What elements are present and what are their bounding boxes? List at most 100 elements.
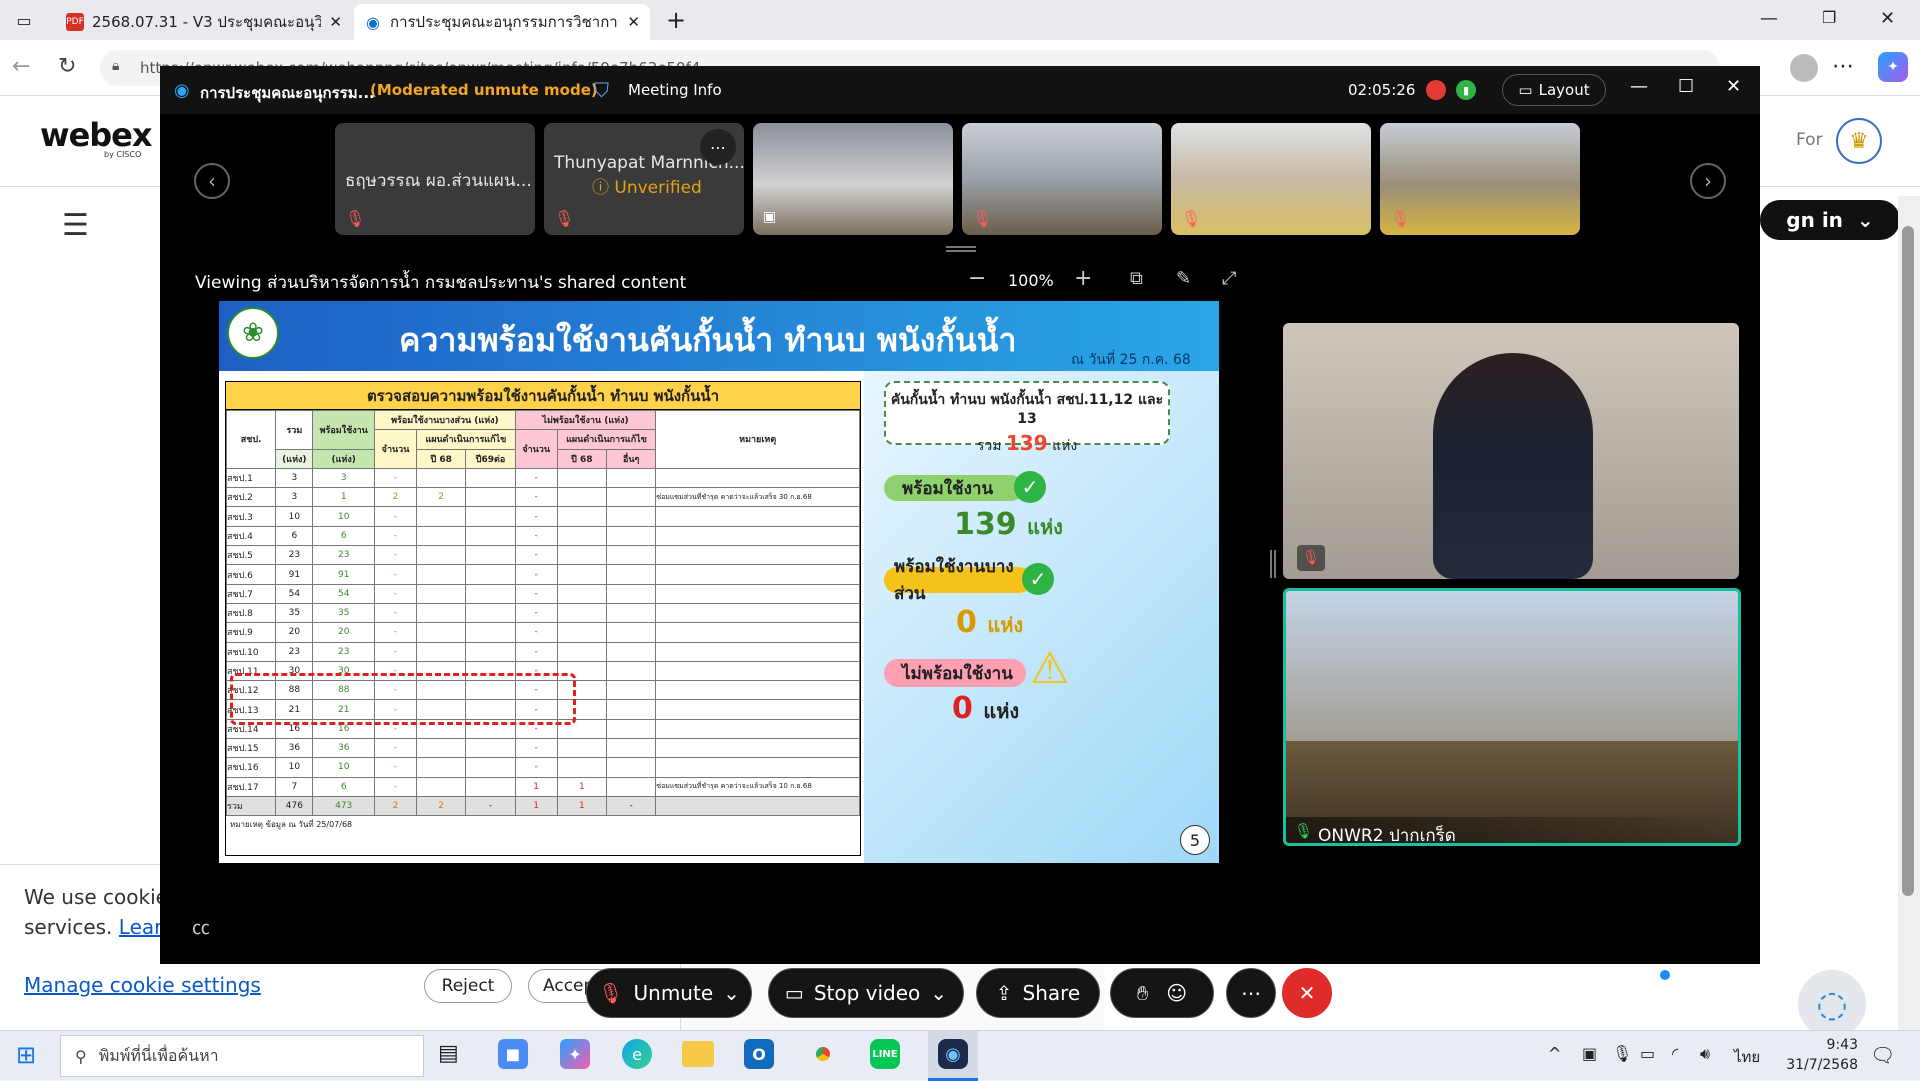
participant-tile[interactable]: Thunyapat Marnnich... ⓘ Unverified ⋯ 🎙︎ xyxy=(544,123,744,235)
webex-icon: ◉ xyxy=(938,1039,968,1069)
resize-handle[interactable] xyxy=(1270,550,1276,578)
fullscreen-icon[interactable]: ⤢ xyxy=(1222,268,1236,289)
leave-meeting-button[interactable]: ✕ xyxy=(1282,968,1332,1018)
task-view-icon[interactable]: ▤ xyxy=(438,1041,459,1066)
table-cell: สชป.4 xyxy=(225,525,277,547)
table-cell xyxy=(655,680,860,701)
raise-hand-icon[interactable]: ✋︎ xyxy=(1137,981,1148,1005)
col-header: พร้อมใช้งานบางส่วน (แห่ง) xyxy=(374,409,516,431)
resize-handle[interactable] xyxy=(946,246,976,252)
participant-name: ONWR2 ปากเกร็ด xyxy=(1318,826,1456,846)
tab-actions-icon[interactable]: ▭ xyxy=(12,8,36,32)
table-row: สชป.2 3 1 2 2- ซ่อมแซมส่วนที่ชำรุด คาดว่าจะแล… xyxy=(225,487,860,508)
page-scrollbar[interactable] xyxy=(1898,196,1920,1030)
more-panels-icon[interactable]: ⋯ xyxy=(1696,978,1716,1002)
speaker-video[interactable]: 🎙︎ xyxy=(1283,323,1739,579)
captions-icon[interactable]: ㏄ xyxy=(192,914,210,940)
table-cell: สชป.15 xyxy=(225,738,277,759)
chat-assistant-icon[interactable]: ◌ xyxy=(1798,970,1866,1038)
participant-tile[interactable]: ธฤษวรรณ ผอ.ส่วนแผน... 🎙︎ xyxy=(335,123,535,235)
close-window-icon[interactable]: ✕ xyxy=(1880,8,1895,29)
layout-button[interactable]: ▭ Layout xyxy=(1502,74,1606,106)
share-button[interactable]: ⇪ Share xyxy=(976,968,1100,1018)
reject-button[interactable]: Reject xyxy=(424,969,512,1003)
video-thumbnail-room[interactable]: ▣ xyxy=(753,123,953,235)
file-explorer-icon[interactable] xyxy=(682,1041,714,1067)
col-header: แผนดำเนินการแก้ไข xyxy=(416,429,516,450)
table-cell: - xyxy=(514,467,558,489)
clock[interactable]: 9:43 31/7/2568 xyxy=(1778,1035,1858,1075)
video-thumbnail-person[interactable]: 🎙︎ xyxy=(1171,123,1371,235)
wifi-icon[interactable]: ◜ xyxy=(1672,1044,1678,1063)
chrome-icon[interactable] xyxy=(808,1039,838,1069)
table-cell xyxy=(556,583,607,604)
room-video[interactable]: 🎙︎ ONWR2 ปากเกร็ด xyxy=(1283,588,1741,846)
store-icon[interactable]: ◼ xyxy=(498,1039,528,1069)
copilot-icon[interactable]: ✦ xyxy=(560,1039,590,1069)
table-cell: - xyxy=(605,795,657,817)
table-row: สชป.9 20 20- - xyxy=(225,622,860,643)
language-indicator[interactable]: ไทย xyxy=(1734,1045,1760,1069)
unmute-button[interactable]: 🎙︎ Unmute ⌄ xyxy=(586,968,752,1018)
next-participants-icon[interactable]: › xyxy=(1690,163,1726,199)
taskbar-search[interactable]: ⚲ พิมพ์ที่นี่เพื่อค้นหา xyxy=(60,1035,424,1077)
table-cell xyxy=(605,718,657,740)
refresh-icon[interactable]: ↻ xyxy=(58,54,76,79)
more-icon[interactable]: ⋯ xyxy=(700,129,736,165)
annotate-icon[interactable]: ✎ xyxy=(1176,268,1191,289)
col-header: (แห่ง) xyxy=(275,448,314,469)
windows-start-icon[interactable]: ⊞ xyxy=(16,1041,36,1069)
volume-icon[interactable]: 🔊︎ xyxy=(1700,1044,1710,1064)
scrollbar-thumb[interactable] xyxy=(1902,226,1914,896)
zoom-in-icon[interactable]: + xyxy=(1074,266,1092,291)
profile-avatar[interactable] xyxy=(1790,54,1818,82)
copilot-icon[interactable]: ✦ xyxy=(1878,52,1908,82)
back-icon[interactable]: ← xyxy=(12,54,30,79)
close-icon[interactable]: ✕ xyxy=(329,13,342,31)
maximize-icon[interactable]: ☐ xyxy=(1678,76,1694,97)
table-cell xyxy=(655,467,860,489)
tab-webex[interactable]: ◉ การประชุมคณะอนุกรรมการวิชาการแล ✕ xyxy=(354,4,650,40)
chat-icon[interactable]: 💬︎ xyxy=(1636,978,1661,1002)
line-icon[interactable]: LINE xyxy=(870,1039,900,1069)
more-options-button[interactable]: ⋯ xyxy=(1226,968,1276,1018)
restore-icon[interactable]: ❐ xyxy=(1822,8,1836,27)
more-icon[interactable]: ⋯ xyxy=(1832,54,1854,79)
meeting-info-button[interactable]: Meeting Info xyxy=(628,81,722,99)
stop-video-button[interactable]: ▭ Stop video ⌄ xyxy=(768,968,964,1018)
reaction-icon[interactable]: ☺ xyxy=(1166,981,1187,1005)
tab-pdf[interactable]: PDF 2568.07.31 - V3 ประชุมคณะอนุวิชาก ✕ xyxy=(56,4,352,40)
zoom-out-icon[interactable]: − xyxy=(968,266,986,291)
new-tab-icon[interactable]: + xyxy=(662,6,690,34)
table-cell xyxy=(556,757,607,778)
close-icon[interactable]: ✕ xyxy=(627,13,640,31)
notready-number: 0 xyxy=(952,691,973,726)
table-cell: 6 xyxy=(312,776,376,797)
table-cell: 36 xyxy=(275,738,314,759)
hamburger-icon[interactable]: ☰ xyxy=(62,208,89,243)
pop-out-icon[interactable]: ⧉ xyxy=(1130,268,1143,289)
outlook-icon[interactable]: O xyxy=(744,1039,774,1069)
prev-participants-icon[interactable]: ‹ xyxy=(194,163,230,199)
notifications-icon[interactable]: 🗨︎ xyxy=(1870,1043,1895,1067)
mic-icon: 🎙︎ xyxy=(1294,822,1314,840)
webex-taskbar-button[interactable]: ◉ xyxy=(928,1031,978,1081)
minimize-icon[interactable]: — xyxy=(1630,76,1648,97)
readiness-table: ตรวจสอบความพร้อมใช้งานคันกั้นน้ำ ทำนบ พน… xyxy=(225,381,861,856)
video-thumbnail-room[interactable]: 🎙︎ xyxy=(1380,123,1580,235)
edge-icon[interactable]: e xyxy=(622,1039,652,1069)
table-cell xyxy=(655,583,860,604)
manage-cookie-link[interactable]: Manage cookie settings xyxy=(24,973,261,997)
close-icon[interactable]: ✕ xyxy=(1726,76,1741,97)
table-cell xyxy=(415,738,467,759)
battery-icon[interactable]: ▭ xyxy=(1640,1044,1655,1063)
table-cell: 7 xyxy=(275,776,314,797)
minimize-icon[interactable]: — xyxy=(1760,8,1778,29)
video-thumbnail-room[interactable]: 🎙︎ xyxy=(962,123,1162,235)
device-icon[interactable]: ▣ xyxy=(1582,1044,1597,1063)
mic-icon[interactable]: 🎙︎ xyxy=(1612,1044,1632,1063)
participants-icon[interactable]: 👤︎ xyxy=(1578,978,1603,1002)
table-cell xyxy=(605,757,657,778)
chevron-up-icon[interactable]: ^ xyxy=(1548,1044,1561,1063)
sign-in-button[interactable]: gn in ⌄ xyxy=(1760,200,1900,240)
